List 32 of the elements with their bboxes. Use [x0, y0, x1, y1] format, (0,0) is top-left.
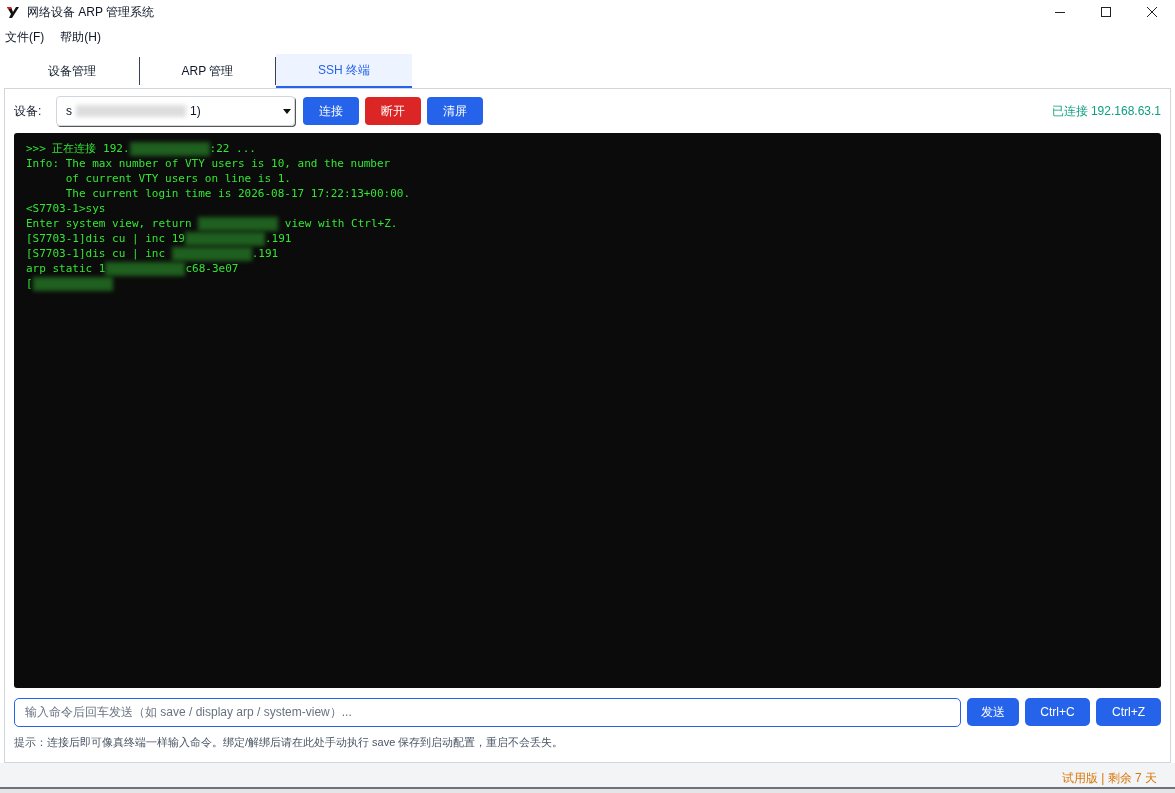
terminal-line: The current login time is 2026-08-17 17:22:13+00:00. — [64, 186, 412, 201]
toolbar-button[interactable]: 断开 — [365, 97, 421, 125]
menu-item[interactable]: 文件(F) — [5, 28, 45, 46]
terminal-line: Enter system view, return view with Ctrl+Z. — [26, 216, 399, 231]
command-input[interactable]: 输入命令后回车发送（如 save / display arp / system-view）... — [14, 697, 961, 727]
trial-status: 试用版 | 剩余 7 天 — [1061, 770, 1157, 787]
connection-status: 已连接 192.168.63.1 — [1051, 103, 1161, 120]
terminal-line: Info: The max number of VTY users is 10, and the number — [26, 156, 392, 171]
app-logo-icon — [6, 5, 20, 19]
menu-item[interactable]: 帮助(H) — [60, 28, 101, 46]
device-label: 设备: — [14, 103, 43, 120]
command-button[interactable]: 发送 — [967, 698, 1019, 726]
terminal-line: of current VTY users on line is 1. — [64, 171, 292, 186]
terminal-line: [ — [26, 276, 1149, 291]
maximize-icon — [1101, 7, 1111, 17]
terminal-line: arp static 1 c68-3e07 — [26, 261, 240, 276]
minimize-icon — [1055, 11, 1065, 13]
command-button[interactable]: Ctrl+Z — [1096, 698, 1161, 726]
tab[interactable]: 设备管理 — [4, 57, 140, 85]
terminal-line: [S7703-1]dis cu | inc 19 .191 — [26, 231, 293, 246]
terminal-line: >>> 正在连接 192. :22 ... — [26, 141, 257, 156]
toolbar-button[interactable]: 连接 — [303, 97, 359, 125]
command-button[interactable]: Ctrl+C — [1025, 698, 1090, 726]
hint-text: 提示：连接后即可像真终端一样输入命令。绑定/解绑后请在此处手动执行 save 保存到启动配置，重启不会丢失。 — [14, 735, 565, 750]
device-dropdown[interactable]: s 1) — [56, 96, 295, 126]
toolbar-button[interactable]: 清屏 — [427, 97, 483, 125]
window-title: 网络设备 ARP 管理系统 — [27, 4, 155, 21]
dropdown-arrow-icon — [283, 108, 291, 114]
terminal-line: [S7703-1]dis cu | inc .191 — [26, 246, 280, 261]
close-icon — [1147, 7, 1157, 17]
terminal-line: <S7703-1>sys — [26, 201, 107, 216]
tab[interactable]: SSH 终端 — [276, 54, 412, 88]
